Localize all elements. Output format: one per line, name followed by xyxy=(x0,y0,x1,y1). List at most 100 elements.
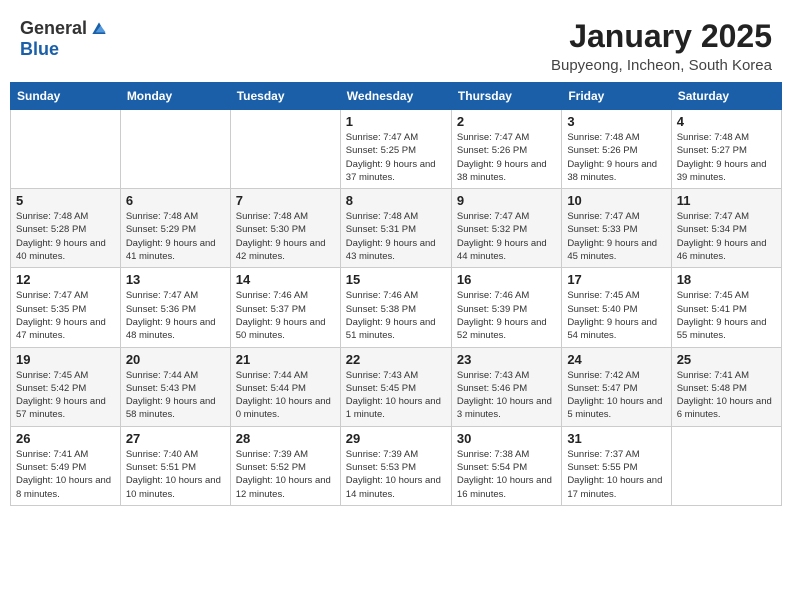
day-info: Sunrise: 7:48 AM Sunset: 5:28 PM Dayligh… xyxy=(16,210,115,263)
day-info: Sunrise: 7:41 AM Sunset: 5:48 PM Dayligh… xyxy=(677,369,776,422)
calendar-week-row: 12 Sunrise: 7:47 AM Sunset: 5:35 PM Dayli… xyxy=(11,268,782,347)
logo: General Blue xyxy=(20,18,109,60)
day-info: Sunrise: 7:39 AM Sunset: 5:52 PM Dayligh… xyxy=(236,448,335,501)
day-number: 12 xyxy=(16,272,115,287)
day-number: 21 xyxy=(236,352,335,367)
day-info: Sunrise: 7:48 AM Sunset: 5:26 PM Dayligh… xyxy=(567,131,665,184)
calendar-cell: 27 Sunrise: 7:40 AM Sunset: 5:51 PM Dayli… xyxy=(120,426,230,505)
day-info: Sunrise: 7:48 AM Sunset: 5:30 PM Dayligh… xyxy=(236,210,335,263)
day-number: 11 xyxy=(677,193,776,208)
day-number: 9 xyxy=(457,193,556,208)
day-info: Sunrise: 7:46 AM Sunset: 5:37 PM Dayligh… xyxy=(236,289,335,342)
day-info: Sunrise: 7:37 AM Sunset: 5:55 PM Dayligh… xyxy=(567,448,665,501)
day-number: 15 xyxy=(346,272,446,287)
calendar-cell: 1 Sunrise: 7:47 AM Sunset: 5:25 PM Daylig… xyxy=(340,110,451,189)
calendar-cell xyxy=(230,110,340,189)
weekday-header: Friday xyxy=(562,83,671,110)
calendar-cell: 16 Sunrise: 7:46 AM Sunset: 5:39 PM Dayli… xyxy=(451,268,561,347)
calendar-cell: 13 Sunrise: 7:47 AM Sunset: 5:36 PM Dayli… xyxy=(120,268,230,347)
day-number: 30 xyxy=(457,431,556,446)
day-info: Sunrise: 7:47 AM Sunset: 5:25 PM Dayligh… xyxy=(346,131,446,184)
day-info: Sunrise: 7:43 AM Sunset: 5:46 PM Dayligh… xyxy=(457,369,556,422)
day-number: 2 xyxy=(457,114,556,129)
logo-general-text: General xyxy=(20,18,87,39)
calendar-cell: 4Sunrise: 7:48 AM Sunset: 5:27 PM Daylig… xyxy=(671,110,781,189)
day-info: Sunrise: 7:45 AM Sunset: 5:42 PM Dayligh… xyxy=(16,369,115,422)
day-number: 3 xyxy=(567,114,665,129)
weekday-header: Tuesday xyxy=(230,83,340,110)
day-number: 22 xyxy=(346,352,446,367)
calendar-cell: 25 Sunrise: 7:41 AM Sunset: 5:48 PM Dayli… xyxy=(671,347,781,426)
day-number: 31 xyxy=(567,431,665,446)
day-info: Sunrise: 7:45 AM Sunset: 5:41 PM Dayligh… xyxy=(677,289,776,342)
calendar-cell: 7 Sunrise: 7:48 AM Sunset: 5:30 PM Daylig… xyxy=(230,189,340,268)
day-info: Sunrise: 7:39 AM Sunset: 5:53 PM Dayligh… xyxy=(346,448,446,501)
weekday-header: Sunday xyxy=(11,83,121,110)
calendar-cell: 8 Sunrise: 7:48 AM Sunset: 5:31 PM Daylig… xyxy=(340,189,451,268)
day-number: 1 xyxy=(346,114,446,129)
day-number: 23 xyxy=(457,352,556,367)
day-number: 18 xyxy=(677,272,776,287)
day-info: Sunrise: 7:47 AM Sunset: 5:36 PM Dayligh… xyxy=(126,289,225,342)
day-number: 13 xyxy=(126,272,225,287)
page-header: General Blue January 2025 Bupyeong, Inch… xyxy=(10,10,782,78)
weekday-header: Thursday xyxy=(451,83,561,110)
day-info: Sunrise: 7:47 AM Sunset: 5:34 PM Dayligh… xyxy=(677,210,776,263)
day-number: 6 xyxy=(126,193,225,208)
calendar-cell: 18 Sunrise: 7:45 AM Sunset: 5:41 PM Dayli… xyxy=(671,268,781,347)
day-number: 29 xyxy=(346,431,446,446)
calendar-cell: 26 Sunrise: 7:41 AM Sunset: 5:49 PM Dayli… xyxy=(11,426,121,505)
day-info: Sunrise: 7:48 AM Sunset: 5:27 PM Dayligh… xyxy=(677,131,776,184)
calendar-cell: 2 Sunrise: 7:47 AM Sunset: 5:26 PM Daylig… xyxy=(451,110,561,189)
month-title: January 2025 xyxy=(551,18,772,55)
day-info: Sunrise: 7:42 AM Sunset: 5:47 PM Dayligh… xyxy=(567,369,665,422)
day-info: Sunrise: 7:47 AM Sunset: 5:26 PM Dayligh… xyxy=(457,131,556,184)
day-number: 5 xyxy=(16,193,115,208)
calendar-week-row: 19 Sunrise: 7:45 AM Sunset: 5:42 PM Dayli… xyxy=(11,347,782,426)
calendar-table: SundayMondayTuesdayWednesdayThursdayFrid… xyxy=(10,82,782,506)
day-number: 8 xyxy=(346,193,446,208)
day-number: 27 xyxy=(126,431,225,446)
day-info: Sunrise: 7:40 AM Sunset: 5:51 PM Dayligh… xyxy=(126,448,225,501)
day-info: Sunrise: 7:45 AM Sunset: 5:40 PM Dayligh… xyxy=(567,289,665,342)
logo-blue-text: Blue xyxy=(20,39,59,60)
day-info: Sunrise: 7:47 AM Sunset: 5:33 PM Dayligh… xyxy=(567,210,665,263)
day-info: Sunrise: 7:46 AM Sunset: 5:38 PM Dayligh… xyxy=(346,289,446,342)
calendar-cell: 29 Sunrise: 7:39 AM Sunset: 5:53 PM Dayli… xyxy=(340,426,451,505)
calendar-cell xyxy=(120,110,230,189)
calendar-cell: 9 Sunrise: 7:47 AM Sunset: 5:32 PM Daylig… xyxy=(451,189,561,268)
day-number: 25 xyxy=(677,352,776,367)
day-number: 26 xyxy=(16,431,115,446)
calendar-cell: 31 Sunrise: 7:37 AM Sunset: 5:55 PM Dayli… xyxy=(562,426,671,505)
calendar-cell xyxy=(671,426,781,505)
calendar-cell: 19 Sunrise: 7:45 AM Sunset: 5:42 PM Dayli… xyxy=(11,347,121,426)
calendar-cell: 24Sunrise: 7:42 AM Sunset: 5:47 PM Dayli… xyxy=(562,347,671,426)
day-number: 20 xyxy=(126,352,225,367)
day-info: Sunrise: 7:41 AM Sunset: 5:49 PM Dayligh… xyxy=(16,448,115,501)
day-info: Sunrise: 7:47 AM Sunset: 5:35 PM Dayligh… xyxy=(16,289,115,342)
day-info: Sunrise: 7:48 AM Sunset: 5:29 PM Dayligh… xyxy=(126,210,225,263)
day-info: Sunrise: 7:47 AM Sunset: 5:32 PM Dayligh… xyxy=(457,210,556,263)
calendar-cell: 28 Sunrise: 7:39 AM Sunset: 5:52 PM Dayli… xyxy=(230,426,340,505)
title-section: January 2025 Bupyeong, Incheon, South Ko… xyxy=(551,18,772,74)
day-info: Sunrise: 7:43 AM Sunset: 5:45 PM Dayligh… xyxy=(346,369,446,422)
calendar-cell: 3 Sunrise: 7:48 AM Sunset: 5:26 PM Daylig… xyxy=(562,110,671,189)
day-info: Sunrise: 7:46 AM Sunset: 5:39 PM Dayligh… xyxy=(457,289,556,342)
calendar-cell: 22 Sunrise: 7:43 AM Sunset: 5:45 PM Dayli… xyxy=(340,347,451,426)
day-number: 17 xyxy=(567,272,665,287)
weekday-header: Saturday xyxy=(671,83,781,110)
weekday-header: Wednesday xyxy=(340,83,451,110)
calendar-cell: 15 Sunrise: 7:46 AM Sunset: 5:38 PM Dayli… xyxy=(340,268,451,347)
day-number: 28 xyxy=(236,431,335,446)
calendar-cell: 30Sunrise: 7:38 AM Sunset: 5:54 PM Dayli… xyxy=(451,426,561,505)
calendar-cell: 6 Sunrise: 7:48 AM Sunset: 5:29 PM Daylig… xyxy=(120,189,230,268)
calendar-cell: 23 Sunrise: 7:43 AM Sunset: 5:46 PM Dayli… xyxy=(451,347,561,426)
day-number: 19 xyxy=(16,352,115,367)
calendar-week-row: 26 Sunrise: 7:41 AM Sunset: 5:49 PM Dayli… xyxy=(11,426,782,505)
day-number: 16 xyxy=(457,272,556,287)
calendar-week-row: 1 Sunrise: 7:47 AM Sunset: 5:25 PM Daylig… xyxy=(11,110,782,189)
day-number: 7 xyxy=(236,193,335,208)
day-info: Sunrise: 7:48 AM Sunset: 5:31 PM Dayligh… xyxy=(346,210,446,263)
weekday-header: Monday xyxy=(120,83,230,110)
day-info: Sunrise: 7:44 AM Sunset: 5:43 PM Dayligh… xyxy=(126,369,225,422)
